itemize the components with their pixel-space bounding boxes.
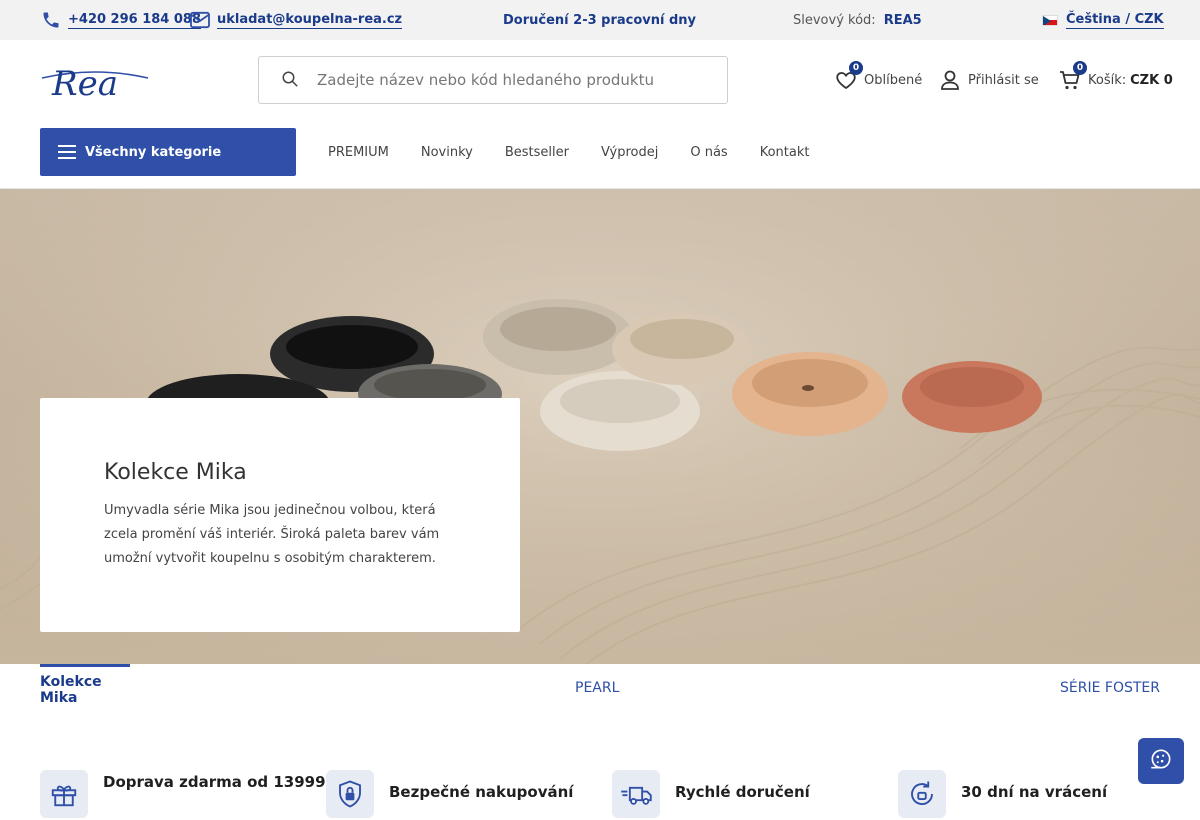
language-switcher[interactable]: Čeština / CZK: [1042, 0, 1164, 40]
hero-text: Umyvadla série Mika jsou jedinečnou volb…: [104, 503, 440, 566]
tab-kolekce-mika[interactable]: Kolekce Mika: [40, 664, 130, 712]
discount-info: Slevový kód: REA5: [793, 0, 922, 40]
main-nav: PREMIUM Novinky Bestseller Výprodej O ná…: [328, 128, 841, 176]
mail-icon: [189, 9, 211, 31]
benefit-free-shipping: Doprava zdarma od 13999: [40, 770, 326, 820]
favorites-count-badge: 0: [849, 61, 863, 75]
benefit-fast-delivery: Rychlé doručení: [612, 770, 810, 820]
logo-text: Rea: [51, 64, 118, 100]
hamburger-icon: [58, 145, 76, 159]
search-box: [258, 56, 728, 104]
nav-item-premium[interactable]: PREMIUM: [328, 145, 389, 160]
nav-item-novinky[interactable]: Novinky: [421, 145, 473, 160]
language-label: Čeština / CZK: [1066, 11, 1164, 29]
discount-label: Slevový kód:: [793, 12, 876, 28]
benefit-title: Bezpečné nakupování: [389, 783, 574, 801]
search-input[interactable]: [317, 71, 697, 89]
hero-card: Kolekce Mika Umyvadla série Mika jsou je…: [40, 398, 520, 632]
cart-link[interactable]: 0 Košík: CZK 0: [1058, 61, 1173, 96]
benefit-title: Doprava zdarma od 13999: [103, 773, 326, 791]
delivery-truck-icon: [612, 770, 660, 818]
heart-icon: 0: [834, 61, 863, 92]
benefit-title: 30 dní na vrácení: [961, 783, 1108, 801]
phone-icon: [40, 9, 62, 31]
discount-code: REA5: [883, 12, 922, 28]
cart-count-badge: 0: [1073, 61, 1087, 75]
hero-banner[interactable]: Kolekce Mika Umyvadla série Mika jsou je…: [0, 189, 1200, 664]
login-label: Přihlásit se: [968, 72, 1039, 88]
user-icon: [938, 68, 962, 92]
email-link[interactable]: ukladat@koupelna-rea.cz: [189, 0, 403, 40]
search-icon[interactable]: [281, 70, 301, 90]
cart-label: Košík:: [1088, 72, 1127, 88]
nav-item-o-nas[interactable]: O nás: [690, 145, 727, 160]
nav-item-bestseller[interactable]: Bestseller: [505, 145, 569, 160]
czech-flag-icon: [1042, 14, 1058, 26]
all-categories-label: Všechny kategorie: [85, 144, 222, 160]
tab-pearl[interactable]: PEARL: [575, 664, 619, 712]
login-link[interactable]: Přihlásit se: [938, 64, 1039, 96]
collection-tabs: Kolekce Mika PEARL SÉRIE FOSTER: [40, 664, 1160, 712]
all-categories-button[interactable]: Všechny kategorie: [40, 128, 296, 176]
phone-link[interactable]: +420 296 184 088: [40, 0, 202, 40]
favorites-link[interactable]: 0 Oblíbené: [834, 61, 923, 96]
return-icon: [898, 770, 946, 818]
benefit-title: Rychlé doručení: [675, 783, 810, 801]
top-bar: +420 296 184 088 ukladat@koupelna-rea.cz…: [0, 0, 1200, 40]
delivery-info: Doručení 2-3 pracovní dny: [503, 12, 697, 28]
nav-item-vyprodej[interactable]: Výprodej: [601, 145, 658, 160]
cookie-settings-button[interactable]: [1138, 738, 1184, 784]
cart-total: CZK 0: [1130, 72, 1173, 88]
benefit-secure-shopping: Bezpečné nakupování: [326, 770, 573, 820]
rea-logo[interactable]: Rea: [40, 60, 150, 104]
nav-item-kontakt[interactable]: Kontakt: [760, 145, 810, 160]
phone-number: +420 296 184 088: [68, 11, 202, 29]
cookie-icon: [1148, 746, 1174, 776]
benefit-returns: 30 dní na vrácení: [898, 770, 1107, 820]
lock-shield-icon: [326, 770, 374, 818]
favorites-label: Oblíbené: [864, 72, 923, 88]
hero-title: Kolekce Mika: [104, 460, 247, 485]
tab-serie-foster[interactable]: SÉRIE FOSTER: [1060, 664, 1160, 712]
cart-icon: 0: [1058, 61, 1087, 92]
gift-icon: [40, 770, 88, 818]
email-address: ukladat@koupelna-rea.cz: [217, 11, 403, 29]
